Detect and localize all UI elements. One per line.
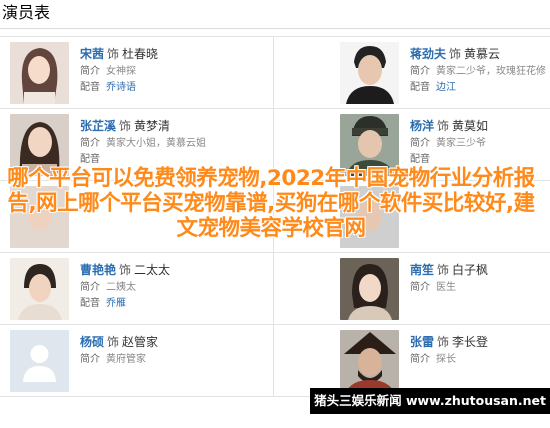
intro-key: 简介 — [410, 66, 430, 77]
actor-photo[interactable] — [340, 42, 399, 104]
name-line: 张芷溪饰黄梦清 — [80, 118, 206, 134]
intro-line: 简介 探长 — [410, 352, 488, 368]
intro-line: 简介 二姨太 — [80, 280, 170, 296]
cast-info: 曹艳艳饰二太太 简介 二姨太 配音 乔雁 — [80, 262, 170, 312]
spam-overlay-text: 哪个平台可以免费领养宠物,2022年中国宠物行业分析报告,网上哪个平台买宠物靠谱… — [7, 166, 535, 241]
cast-info: 杨硕饰赵管家 简介 黄府管家 — [80, 334, 158, 368]
actor-name-link[interactable]: 张雷 — [410, 335, 434, 349]
actor-name-link[interactable]: 张芷溪 — [80, 119, 116, 133]
intro-key: 简介 — [410, 354, 430, 365]
intro-line: 简介 女神探 — [80, 64, 158, 80]
name-line: 杨洋饰黄莫如 — [410, 118, 488, 134]
intro-value: 黄家二少爷，玫瑰狂花修 — [436, 66, 546, 77]
as-word: 饰 — [449, 47, 462, 61]
as-word: 饰 — [119, 263, 132, 277]
dub-key: 配音 — [410, 154, 430, 165]
cast-card: 曹艳艳饰二太太 简介 二姨太 配音 乔雁 — [0, 253, 275, 325]
intro-value: 女神探 — [106, 66, 136, 77]
actor-name-link[interactable]: 杨洋 — [410, 119, 434, 133]
role-name-link[interactable]: 杜春晓 — [122, 47, 158, 61]
as-word: 饰 — [107, 335, 120, 349]
dub-line: 配音 乔诗语 — [80, 80, 158, 96]
cast-card: 张雷饰李长登 简介 探长 — [275, 325, 550, 397]
intro-line: 简介 医生 — [410, 280, 488, 296]
name-line: 宋茜饰杜春晓 — [80, 46, 158, 62]
role-name-link[interactable]: 黄梦清 — [134, 119, 170, 133]
dub-line: 配音 乔雁 — [80, 296, 170, 312]
column-divider — [273, 37, 274, 109]
name-line: 曹艳艳饰二太太 — [80, 262, 170, 278]
as-word: 饰 — [437, 335, 450, 349]
intro-value: 二姨太 — [106, 282, 136, 293]
dub-key: 配音 — [80, 298, 100, 309]
as-word: 饰 — [119, 119, 132, 133]
cast-info: 杨洋饰黄莫如 简介 黄家三少爷 配音 — [410, 118, 488, 168]
intro-key: 简介 — [410, 138, 430, 149]
dub-link[interactable]: 乔雁 — [106, 298, 126, 309]
actor-name-link[interactable]: 杨硕 — [80, 335, 104, 349]
intro-value: 黄家大小姐，黄慕云姐 — [106, 138, 206, 149]
intro-value: 黄家三少爷 — [436, 138, 486, 149]
role-name-link[interactable]: 白子枫 — [452, 263, 488, 277]
dub-key: 配音 — [410, 82, 430, 93]
as-word: 饰 — [437, 263, 450, 277]
cast-info: 宋茜饰杜春晓 简介 女神探 配音 乔诗语 — [80, 46, 158, 96]
cast-card: 杨硕饰赵管家 简介 黄府管家 — [0, 325, 275, 397]
role-name-link[interactable]: 赵管家 — [122, 335, 158, 349]
page-title: 演员表 — [2, 3, 51, 22]
role-name-link[interactable]: 李长登 — [452, 335, 488, 349]
intro-value: 黄府管家 — [106, 354, 146, 365]
cast-info: 南笙饰白子枫 简介 医生 — [410, 262, 488, 296]
name-line: 蒋劲夫饰黄慕云 — [410, 46, 546, 62]
cast-card: 宋茜饰杜春晓 简介 女神探 配音 乔诗语 — [0, 37, 275, 109]
intro-key: 简介 — [80, 66, 100, 77]
intro-line: 简介 黄家大小姐，黄慕云姐 — [80, 136, 206, 152]
actor-photo-placeholder[interactable] — [10, 330, 69, 392]
name-line: 南笙饰白子枫 — [410, 262, 488, 278]
intro-key: 简介 — [80, 138, 100, 149]
actor-photo[interactable] — [10, 258, 69, 320]
dub-key: 配音 — [80, 82, 100, 93]
actor-photo[interactable] — [10, 42, 69, 104]
dub-line: 配音 边江 — [410, 80, 546, 96]
dub-link[interactable]: 乔诗语 — [106, 82, 136, 93]
role-name-link[interactable]: 黄莫如 — [452, 119, 488, 133]
title-divider — [0, 28, 550, 29]
intro-line: 简介 黄家二少爷，玫瑰狂花修 — [410, 64, 546, 80]
actor-name-link[interactable]: 曹艳艳 — [80, 263, 116, 277]
role-name-link[interactable]: 黄慕云 — [464, 47, 500, 61]
intro-key: 简介 — [80, 354, 100, 365]
cast-card: 南笙饰白子枫 简介 医生 — [275, 253, 550, 325]
actor-name-link[interactable]: 南笙 — [410, 263, 434, 277]
cast-row: 杨硕饰赵管家 简介 黄府管家 张雷饰李长登 简介 探长 — [0, 325, 550, 397]
cast-row: 曹艳艳饰二太太 简介 二姨太 配音 乔雁 南笙饰白子枫 简介 医生 — [0, 253, 550, 325]
role-name-link[interactable]: 二太太 — [134, 263, 170, 277]
intro-line: 简介 黄家三少爷 — [410, 136, 488, 152]
site-watermark: 猪头三娱乐新闻 www.zhutousan.net — [310, 388, 550, 414]
cast-info: 张雷饰李长登 简介 探长 — [410, 334, 488, 368]
cast-info: 张芷溪饰黄梦清 简介 黄家大小姐，黄慕云姐 配音 — [80, 118, 206, 168]
cast-card: 蒋劲夫饰黄慕云 简介 黄家二少爷，玫瑰狂花修 配音 边江 — [275, 37, 550, 109]
cast-row: 宋茜饰杜春晓 简介 女神探 配音 乔诗语 蒋劲夫饰黄慕云 简介 黄家二少爷，玫瑰狂花修… — [0, 37, 550, 109]
actor-name-link[interactable]: 宋茜 — [80, 47, 104, 61]
actor-name-link[interactable]: 蒋劲夫 — [410, 47, 446, 61]
column-divider — [273, 325, 274, 397]
cast-info: 蒋劲夫饰黄慕云 简介 黄家二少爷，玫瑰狂花修 配音 边江 — [410, 46, 546, 96]
intro-value: 探长 — [436, 354, 456, 365]
actor-photo[interactable] — [340, 330, 399, 392]
as-word: 饰 — [437, 119, 450, 133]
intro-value: 医生 — [436, 282, 456, 293]
intro-key: 简介 — [80, 282, 100, 293]
actor-photo[interactable] — [340, 258, 399, 320]
dub-link[interactable]: 边江 — [436, 82, 456, 93]
name-line: 张雷饰李长登 — [410, 334, 488, 350]
as-word: 饰 — [107, 47, 120, 61]
column-divider — [273, 253, 274, 325]
intro-key: 简介 — [410, 282, 430, 293]
intro-line: 简介 黄府管家 — [80, 352, 158, 368]
name-line: 杨硕饰赵管家 — [80, 334, 158, 350]
dub-key: 配音 — [80, 154, 100, 165]
person-silhouette-icon — [10, 330, 69, 392]
